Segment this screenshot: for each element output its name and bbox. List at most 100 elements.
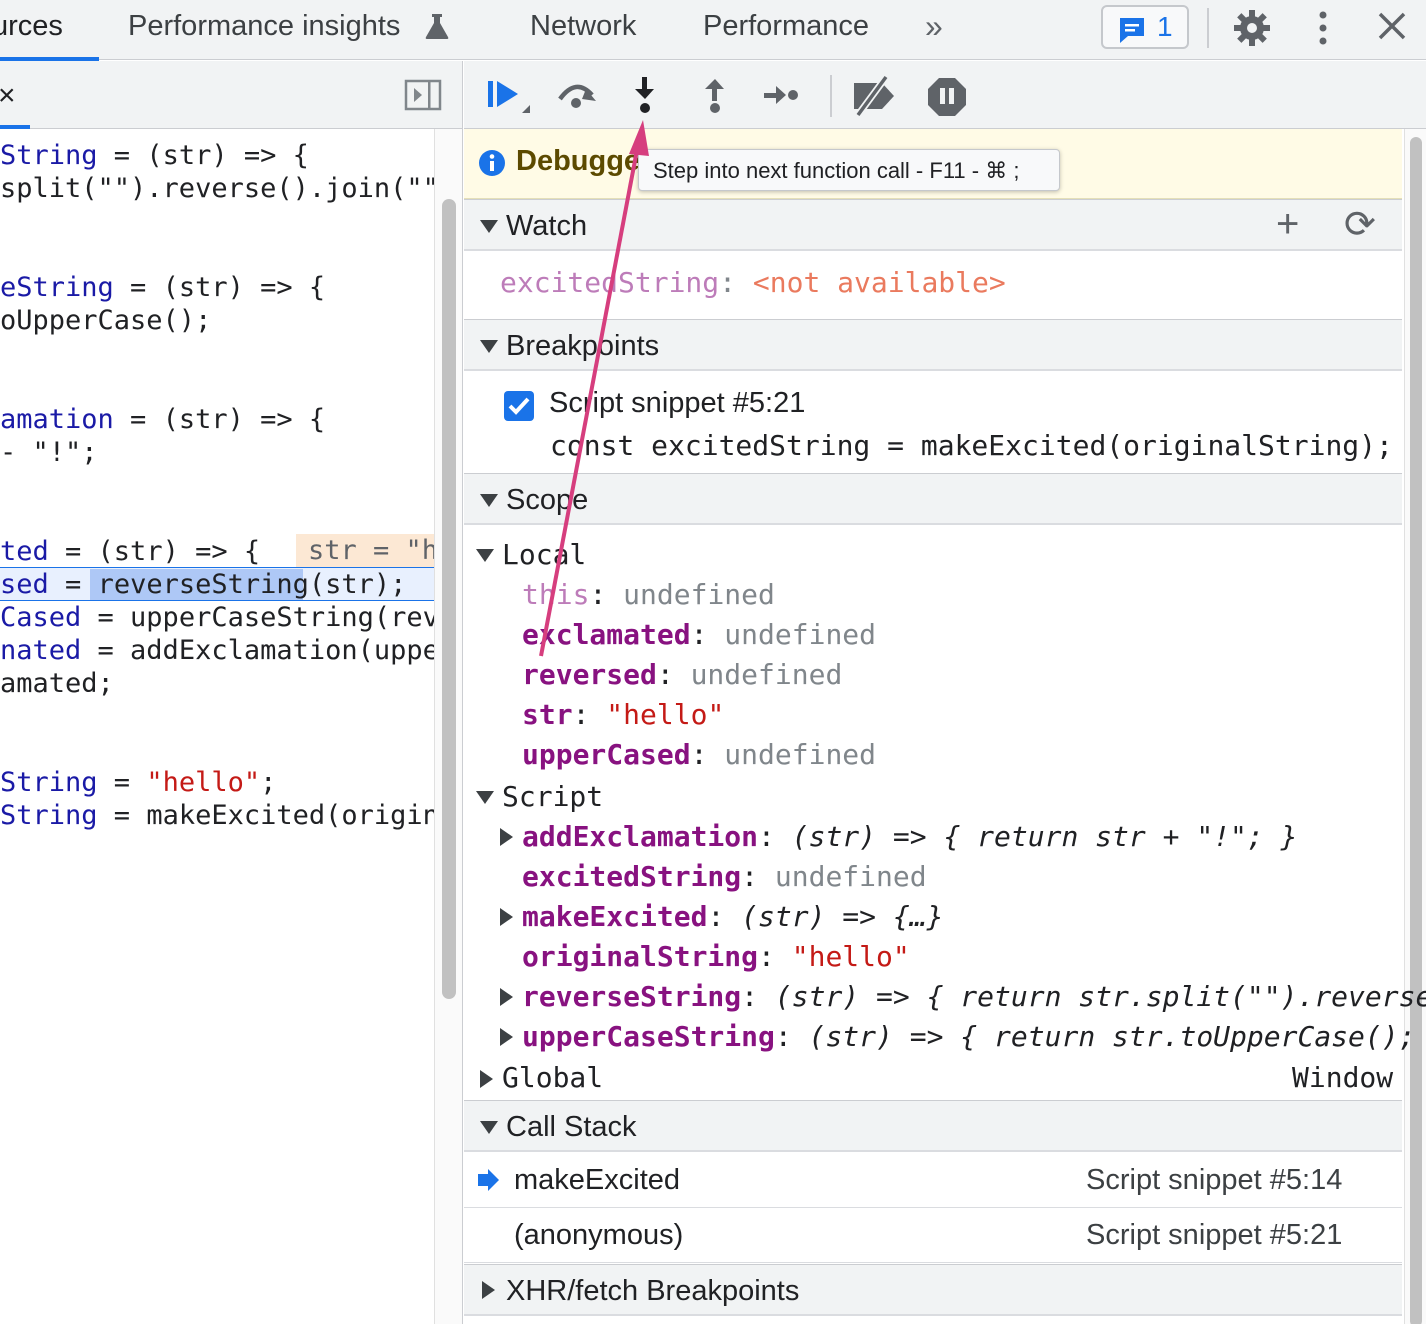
resume-icon[interactable] (484, 75, 536, 117)
expand-arrow-icon[interactable] (480, 1070, 493, 1088)
code-token: = addExclamation(uppe (81, 635, 434, 666)
step-into-icon[interactable] (630, 75, 660, 117)
call-frame-function: (anonymous) (514, 1219, 684, 1251)
code-token: = makeExcited(origin (97, 800, 434, 831)
breakpoints-section-header[interactable]: Breakpoints (464, 319, 1402, 371)
scope-variable[interactable]: str: "hello" (522, 697, 724, 733)
refresh-icon[interactable]: ⟳ (1344, 202, 1376, 247)
toolbar-divider (1207, 8, 1209, 48)
step-into-tooltip: Step into next function call - F11 - ⌘ ; (638, 149, 1060, 191)
scope-variable[interactable]: exclamated: undefined (522, 617, 876, 653)
section-title: Breakpoints (506, 330, 660, 362)
scope-var-value: undefined (623, 578, 775, 611)
scope-script-label[interactable]: Script (502, 779, 603, 815)
kebab-icon[interactable] (1313, 10, 1333, 46)
step-icon[interactable] (762, 75, 802, 117)
deactivate-breakpoints-icon[interactable] (850, 75, 900, 117)
scope-local-label[interactable]: Local (502, 537, 586, 573)
step-out-icon[interactable] (700, 75, 730, 117)
code-token: String (0, 800, 98, 831)
code-token: = (str) => { (48, 536, 261, 567)
scope-variable[interactable]: originalString: "hello" (522, 939, 910, 975)
code-editor[interactable]: String = (str) => { split("").reverse().… (0, 129, 434, 1324)
code-token: ; (260, 767, 277, 798)
code-line: String = (str) => { (0, 139, 309, 172)
scope-var-name: makeExcited (522, 900, 708, 933)
call-frame[interactable]: (anonymous) Script snippet #5:21 (464, 1209, 1402, 1263)
scope-global-label[interactable]: Global (502, 1060, 603, 1096)
close-file-button[interactable]: × (0, 79, 16, 113)
checkbox-icon[interactable] (503, 390, 535, 422)
scope-variable[interactable]: excitedString: undefined (522, 859, 927, 895)
section-title: XHR/fetch Breakpoints (506, 1275, 800, 1307)
code-token: sed (0, 569, 49, 600)
expand-arrow-icon[interactable] (476, 549, 494, 562)
scope-colon: : (690, 738, 725, 771)
expand-arrow-icon[interactable] (476, 791, 494, 804)
step-over-icon[interactable] (552, 75, 602, 117)
close-icon[interactable] (1376, 10, 1408, 42)
code-line: amation = (str) => { (0, 403, 325, 436)
scope-var-value: (str) => {…} (741, 900, 944, 933)
tab-sources[interactable]: urces (0, 10, 63, 43)
scope-colon: : (774, 1020, 809, 1053)
code-line: Cased = upperCaseString(rev (0, 601, 434, 634)
call-frame-location[interactable]: Script snippet #5:21 (1086, 1219, 1342, 1252)
code-token: (str); (308, 569, 407, 600)
call-frame-function: makeExcited (514, 1164, 681, 1196)
scope-variable[interactable]: addExclamation: (str) => { return str + … (522, 819, 1297, 855)
code-token: String (0, 767, 98, 798)
sidebar-scrollbar-thumb[interactable] (1410, 137, 1422, 1324)
issues-count: 1 (1157, 11, 1173, 42)
scope-variable[interactable]: reversed: undefined (522, 657, 842, 693)
scope-section-header[interactable]: Scope (464, 473, 1402, 525)
scope-var-name: reverseString (522, 980, 742, 1013)
tab-performance[interactable]: Performance (703, 10, 869, 43)
toggle-panel-icon[interactable] (404, 79, 442, 111)
gear-icon[interactable] (1232, 8, 1272, 48)
issues-button[interactable]: 1 (1101, 5, 1189, 49)
code-line: String = makeExcited(origin (0, 799, 434, 832)
code-token: nated (0, 635, 82, 666)
call-frame-location[interactable]: Script snippet #5:14 (1086, 1164, 1342, 1197)
pause-on-exceptions-icon[interactable] (926, 75, 968, 117)
scope-var-value: undefined (690, 658, 843, 691)
expand-arrow-icon[interactable] (500, 988, 513, 1006)
tab-performance-insights[interactable]: Performance insights (128, 10, 400, 43)
collapse-arrow-icon (480, 340, 498, 353)
expand-arrow-icon[interactable] (500, 1028, 513, 1046)
code-token: eString (0, 272, 114, 303)
xhr-breakpoints-section-header[interactable]: XHR/fetch Breakpoints (464, 1264, 1402, 1316)
collapse-arrow-icon (480, 494, 498, 507)
plus-icon[interactable]: + (1276, 202, 1299, 247)
call-stack-section-header[interactable]: Call Stack (464, 1100, 1402, 1152)
expand-arrow-icon[interactable] (500, 908, 513, 926)
scope-var-name: this (522, 578, 590, 611)
issues-icon (1120, 18, 1144, 43)
scope-variable[interactable]: upperCased: undefined (522, 737, 876, 773)
scope-var-name: upperCased (522, 738, 691, 771)
scope-colon: : (741, 980, 775, 1013)
scope-variable[interactable]: reverseString: (str) => { return str.spl… (522, 979, 1426, 1015)
scope-colon: : (758, 820, 792, 853)
tab-network[interactable]: Network (530, 10, 636, 43)
scope-variable[interactable]: makeExcited: (str) => {…} (522, 899, 943, 935)
code-line: eString = (str) => { (0, 271, 325, 304)
scope-var-value: "hello" (606, 698, 725, 731)
editor-pane: × String = (str) => { split("").reverse(… (0, 61, 463, 1324)
code-token: = (48, 569, 98, 600)
scope-variable[interactable]: upperCaseString: (str) => { return str.t… (522, 1019, 1415, 1055)
watch-expression[interactable]: excitedString: <not available> (500, 265, 1006, 301)
code-token: String (0, 140, 98, 171)
watch-section-header[interactable]: Watch + ⟳ (464, 199, 1402, 251)
scope-var-value: "hello" (791, 940, 910, 973)
more-tabs-button[interactable]: » (925, 8, 943, 45)
expand-arrow-icon[interactable] (500, 828, 513, 846)
editor-scrollbar-thumb[interactable] (442, 199, 456, 999)
code-line: - "!"; (0, 436, 98, 469)
scope-global-value: Window (1292, 1061, 1394, 1094)
code-line: oUpperCase(); (0, 304, 211, 337)
code-token: Cased (0, 602, 82, 633)
call-frame[interactable]: makeExcited Script snippet #5:14 (464, 1154, 1402, 1208)
scope-var-value: (str) => { return str + "!"; } (791, 820, 1298, 853)
